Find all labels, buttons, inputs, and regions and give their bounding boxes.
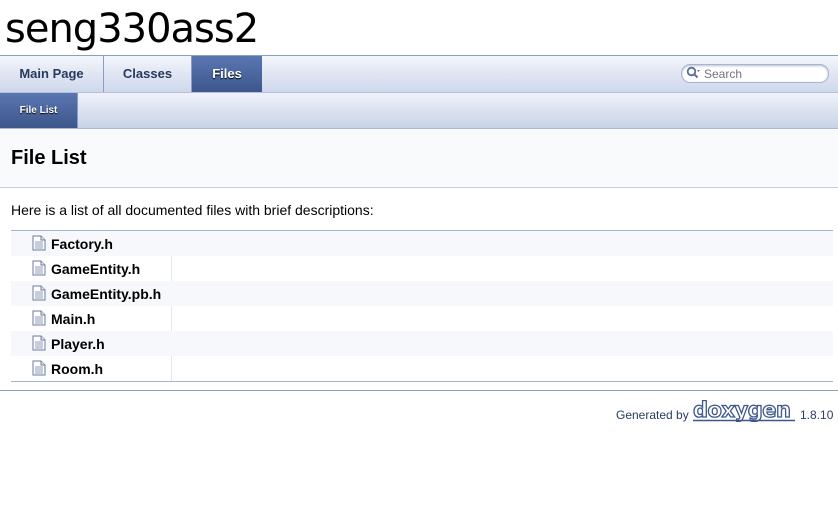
doxygen-logo[interactable]: doxygen — [691, 400, 797, 422]
intro-text: Here is a list of all documented files w… — [11, 202, 374, 218]
file-icon — [32, 335, 46, 351]
table-row: Factory.h — [11, 231, 833, 256]
main-tabs: Main Page Classes Files — [0, 55, 838, 93]
page-header: File List — [0, 129, 838, 188]
search-input[interactable] — [704, 65, 822, 82]
version-text: 1.8.10 — [800, 408, 834, 422]
table-row: Main.h — [11, 306, 833, 331]
tab-file-list[interactable]: File List — [0, 93, 78, 128]
file-icon — [32, 310, 46, 326]
file-link[interactable]: GameEntity.pb.h — [51, 286, 161, 302]
tab-files[interactable]: Files — [192, 56, 262, 92]
search-icon[interactable] — [686, 66, 701, 80]
file-link[interactable]: GameEntity.h — [51, 261, 140, 277]
file-icon — [32, 285, 46, 301]
file-link[interactable]: Main.h — [51, 311, 95, 327]
project-title-area: seng330ass2 — [0, 0, 838, 55]
page-title: File List — [11, 147, 87, 169]
file-link[interactable]: Factory.h — [51, 236, 113, 252]
file-icon — [32, 360, 46, 376]
table-row: GameEntity.pb.h — [11, 281, 833, 306]
file-table: Factory.h GameEntity.h GameEntity.pb.h M… — [11, 230, 833, 382]
table-row: GameEntity.h — [11, 256, 833, 281]
footer: Generated by doxygen 1.8.10 — [0, 390, 838, 451]
project-title: seng330ass2 — [5, 6, 259, 52]
tab-main-page[interactable]: Main Page — [0, 56, 104, 92]
doxygen-logo-text: doxygen — [693, 400, 790, 422]
table-row: Player.h — [11, 331, 833, 356]
file-icon — [32, 260, 46, 276]
file-icon — [32, 235, 46, 251]
sub-tabs: File List — [0, 93, 838, 129]
generated-by-text: Generated by — [616, 408, 689, 422]
file-link[interactable]: Player.h — [51, 336, 105, 352]
file-link[interactable]: Room.h — [51, 361, 103, 377]
search-box[interactable] — [681, 64, 829, 83]
tab-classes[interactable]: Classes — [104, 56, 192, 92]
table-row: Room.h — [11, 356, 833, 381]
